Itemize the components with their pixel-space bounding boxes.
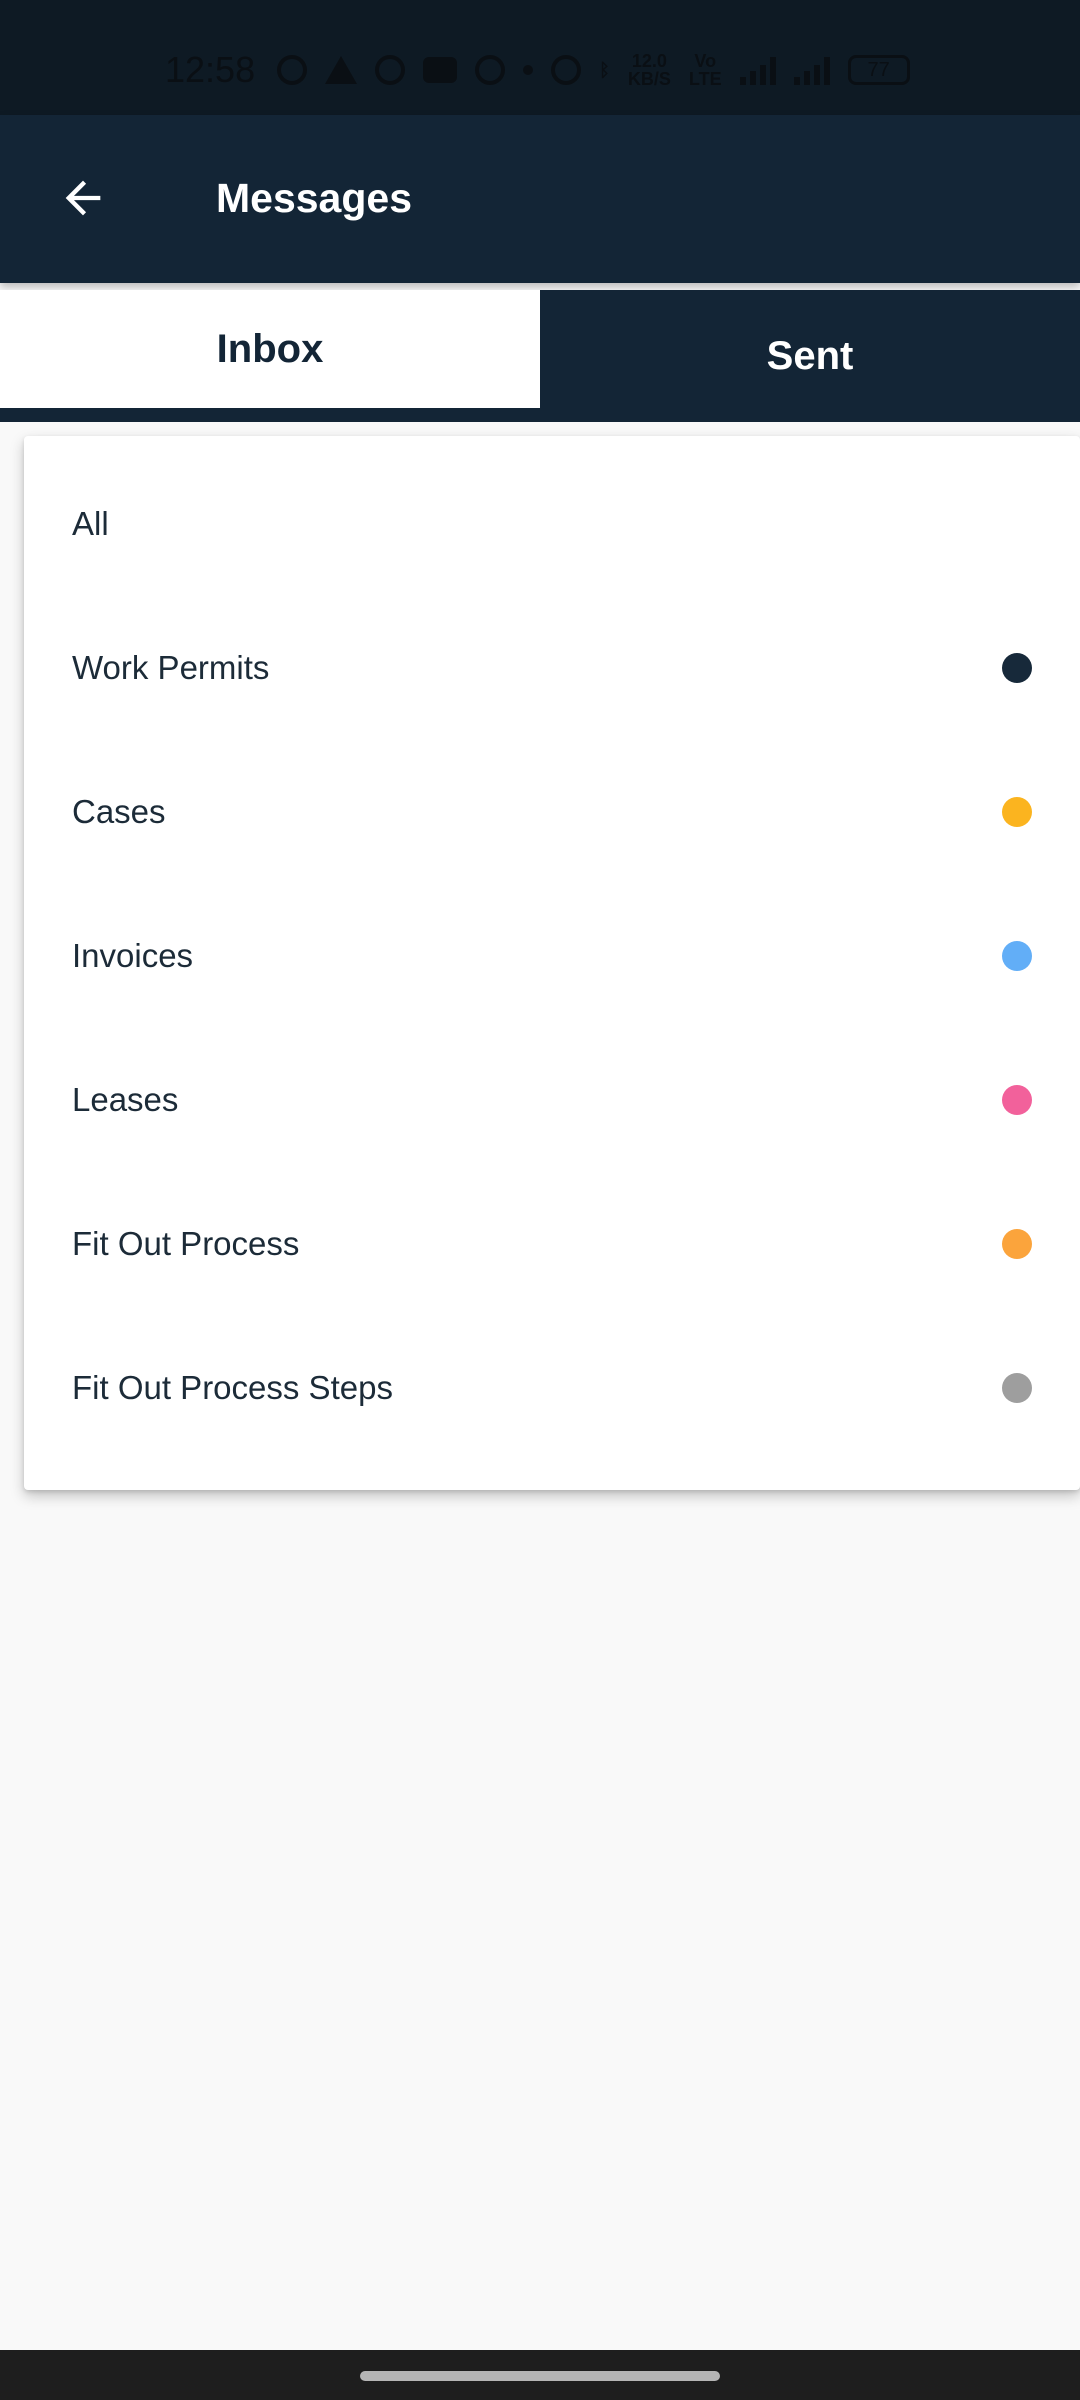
status-time: 12:58 bbox=[165, 49, 256, 90]
tab-inbox[interactable]: Inbox bbox=[0, 290, 540, 416]
menu-item-label: Work Permits bbox=[72, 649, 270, 686]
signal-icon bbox=[793, 55, 830, 85]
status-icons: 12:58 ᛒ 12.0 KB/S Vo LTE 77 bbox=[165, 48, 910, 92]
category-color-dot bbox=[1002, 1373, 1032, 1403]
menu-item-invoices[interactable]: Invoices bbox=[24, 884, 1080, 1028]
menu-item-label: Leases bbox=[72, 1081, 179, 1118]
more-notifications-dot-icon bbox=[523, 65, 534, 75]
menu-item-label: Invoices bbox=[72, 937, 194, 974]
status-bar: 12:58 ᛒ 12.0 KB/S Vo LTE 77 bbox=[0, 0, 1080, 115]
app-bar: Messages bbox=[0, 115, 1080, 283]
back-button[interactable] bbox=[40, 155, 126, 241]
system-navigation-bar bbox=[0, 2350, 1080, 2400]
menu-item-fit-out-process[interactable]: Fit Out Process bbox=[24, 1172, 1080, 1316]
menu-item-all[interactable]: All bbox=[24, 452, 1080, 596]
tab-sent[interactable]: Sent bbox=[540, 290, 1080, 422]
alarm-icon bbox=[551, 55, 582, 85]
menu-item-cases[interactable]: Cases bbox=[24, 740, 1080, 884]
telegram-icon bbox=[325, 56, 358, 84]
volte-icon: Vo LTE bbox=[688, 51, 722, 89]
youtube-icon bbox=[423, 57, 458, 83]
signal-4g-icon bbox=[739, 55, 776, 85]
menu-item-label: Fit Out Process Steps bbox=[72, 1369, 393, 1406]
tab-bar: Inbox Sent bbox=[0, 290, 1080, 422]
menu-item-leases[interactable]: Leases bbox=[24, 1028, 1080, 1172]
category-color-dot bbox=[1002, 1085, 1032, 1115]
filter-dropdown-menu: All Work Permits Cases Invoices Leases F… bbox=[24, 436, 1080, 1490]
menu-item-label: Cases bbox=[72, 793, 166, 830]
arrow-back-icon bbox=[65, 180, 101, 216]
battery-icon: 77 bbox=[847, 55, 910, 85]
menu-item-work-permits[interactable]: Work Permits bbox=[24, 596, 1080, 740]
category-color-dot bbox=[1002, 1229, 1032, 1259]
page-title: Messages bbox=[216, 175, 413, 221]
bluetooth-icon: ᛒ bbox=[599, 60, 610, 80]
chat-icon bbox=[375, 55, 406, 85]
menu-item-fit-out-process-steps[interactable]: Fit Out Process Steps bbox=[24, 1316, 1080, 1460]
home-gesture-handle[interactable] bbox=[360, 2371, 720, 2381]
menu-item-label: Fit Out Process bbox=[72, 1225, 300, 1262]
category-color-dot bbox=[1002, 797, 1032, 827]
category-color-dot bbox=[1002, 653, 1032, 683]
menu-item-label: All bbox=[72, 505, 109, 542]
network-speed: 12.0 KB/S bbox=[627, 51, 671, 89]
category-color-dot bbox=[1002, 941, 1032, 971]
whatsapp-icon bbox=[277, 55, 308, 85]
pinterest-icon bbox=[475, 55, 506, 85]
